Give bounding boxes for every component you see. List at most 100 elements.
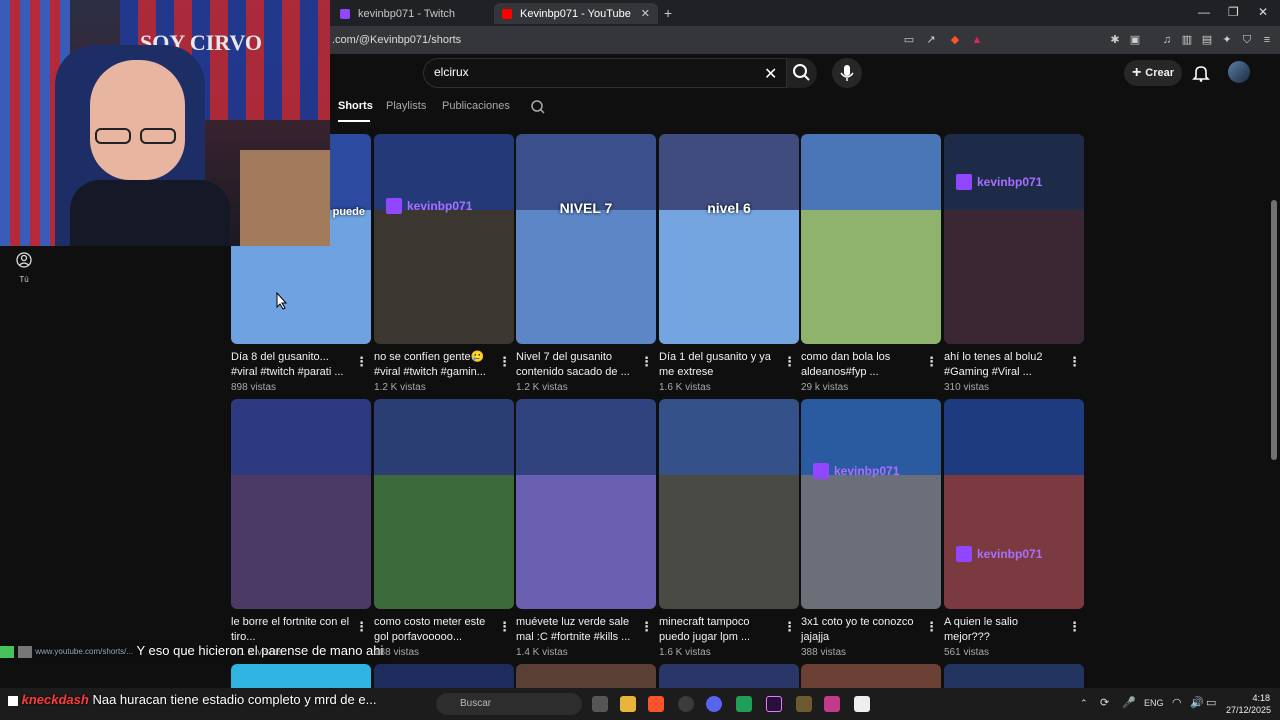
more-options-icon[interactable]: ⋮ [355, 354, 368, 370]
tab-playlists[interactable]: Playlists [386, 100, 426, 112]
premiere-icon[interactable] [766, 696, 782, 712]
short-title[interactable]: le borre el fortnite con el tiro... [231, 615, 351, 645]
plus-icon[interactable]: + [664, 5, 672, 21]
sidebar-item-you[interactable]: Tú [12, 252, 36, 284]
scrollbar-thumb[interactable] [1271, 200, 1277, 460]
short-thumbnail[interactable] [231, 399, 371, 609]
rewards-icon[interactable]: ▲ [970, 33, 984, 47]
short-thumbnail-partial[interactable] [516, 664, 656, 688]
short-thumbnail[interactable] [801, 134, 941, 344]
short-title[interactable]: 3x1 coto yo te conozco jajajja [801, 615, 921, 645]
share-icon[interactable]: ↗ [924, 33, 938, 47]
search-input[interactable] [434, 65, 754, 79]
more-options-icon[interactable]: ⋮ [925, 354, 938, 370]
obs-icon[interactable] [854, 696, 870, 712]
short-thumbnail-partial[interactable] [801, 664, 941, 688]
brave-shield-icon[interactable]: ◆ [948, 33, 962, 47]
clear-search-icon[interactable]: ✕ [764, 64, 777, 84]
voice-search-button[interactable] [832, 58, 862, 88]
short-thumbnail[interactable] [659, 399, 799, 609]
short-views: 1.6 K vistas [659, 647, 711, 658]
short-title[interactable]: Nivel 7 del gusanito contenido sacado de… [516, 350, 636, 380]
short-title[interactable]: Día 1 del gusanito y ya me extrese [659, 350, 779, 380]
tab-shorts[interactable]: Shorts [338, 100, 373, 112]
short-thumbnail-partial[interactable] [374, 664, 514, 688]
channel-tabs: Shorts Playlists Publicaciones [330, 92, 1280, 122]
more-options-icon[interactable]: ⋮ [498, 354, 511, 370]
chat-badge-icon [17, 645, 32, 658]
mic-tray-icon[interactable]: 🎤 [1122, 696, 1138, 712]
twitch-watermark-text: kevinbp071 [977, 175, 1043, 189]
task-view-icon[interactable] [592, 696, 608, 712]
clock[interactable]: 4:18 27/12/2025 [1226, 692, 1271, 716]
brave-browser-icon[interactable] [648, 696, 664, 712]
tray-chevron-icon[interactable]: ⌃ [1080, 698, 1090, 708]
sync-icon[interactable]: ⟳ [1100, 696, 1116, 712]
search-button[interactable] [787, 58, 817, 88]
wallet2-icon[interactable]: ▤ [1200, 33, 1214, 47]
more-options-icon[interactable]: ⋮ [640, 619, 653, 635]
short-title[interactable]: no se confíen gente🥲 #viral #twitch #gam… [374, 350, 494, 380]
more-options-icon[interactable]: ⋮ [783, 354, 796, 370]
leo-icon[interactable]: ✦ [1220, 33, 1234, 47]
short-thumbnail-partial[interactable] [659, 664, 799, 688]
short-thumbnail[interactable]: kevinbp071 [801, 399, 941, 609]
tab-publicaciones[interactable]: Publicaciones [442, 100, 510, 112]
url-field[interactable]: .com/@Kevinbp071/shorts [332, 34, 461, 46]
tab-twitch[interactable]: kevinbp071 - Twitch [332, 3, 490, 24]
notifications-bell-icon[interactable] [1192, 64, 1210, 82]
short-title[interactable]: Día 8 del gusanito... #viral #twitch #pa… [231, 350, 351, 380]
short-views: 1.2 K vistas [374, 382, 426, 393]
cast-icon[interactable]: ▭ [902, 33, 916, 47]
music-icon[interactable]: ♫ [1160, 33, 1174, 47]
app-icon[interactable] [736, 696, 752, 712]
wallet-icon[interactable]: ▣ [1128, 33, 1142, 47]
language-indicator[interactable]: ENG [1144, 698, 1164, 708]
wifi-icon[interactable]: ◠ [1172, 696, 1188, 712]
battery-icon[interactable]: ▭ [1206, 696, 1222, 712]
menu-icon[interactable]: ≡ [1260, 33, 1274, 47]
channel-search-icon[interactable] [530, 99, 546, 115]
short-thumbnail[interactable]: kevinbp071 [374, 134, 514, 344]
short-title[interactable]: A quien le salio mejor??? [944, 615, 1064, 645]
short-title[interactable]: ahí lo tenes al bolu2 #Gaming #Viral ... [944, 350, 1064, 380]
more-options-icon[interactable]: ⋮ [925, 619, 938, 635]
short-title[interactable]: minecraft tampoco puedo jugar lpm ... [659, 615, 779, 645]
more-options-icon[interactable]: ⋮ [498, 619, 511, 635]
sidebar-icon[interactable]: ▥ [1180, 33, 1194, 47]
restore-icon[interactable]: ❐ [1228, 5, 1239, 19]
minimize-icon[interactable]: — [1198, 5, 1210, 19]
close-window-icon[interactable]: ✕ [1258, 5, 1268, 19]
vpn-icon[interactable]: ⛉ [1240, 33, 1254, 47]
more-options-icon[interactable]: ⋮ [640, 354, 653, 370]
extensions-icon[interactable]: ✱ [1108, 33, 1122, 47]
more-options-icon[interactable]: ⋮ [1068, 619, 1081, 635]
close-tab-icon[interactable]: ✕ [641, 7, 650, 20]
thumbnail-gameplay [659, 210, 799, 344]
short-thumbnail[interactable] [374, 399, 514, 609]
short-thumbnail-partial[interactable] [944, 664, 1084, 688]
short-title[interactable]: muévete luz verde sale mal :C #fortnite … [516, 615, 636, 645]
account-avatar[interactable] [1228, 61, 1250, 83]
more-options-icon[interactable]: ⋮ [1068, 354, 1081, 370]
short-views: 1.2 K vistas [516, 382, 568, 393]
more-options-icon[interactable]: ⋮ [783, 619, 796, 635]
short-title[interactable]: como dan bola los aldeanos#fyp ... [801, 350, 921, 380]
short-title[interactable]: como costo meter este gol porfavooooo... [374, 615, 494, 645]
volume-icon[interactable]: 🔊 [1190, 696, 1206, 712]
short-thumbnail[interactable]: nivel 6 [659, 134, 799, 344]
more-options-icon[interactable]: ⋮ [355, 619, 368, 635]
short-thumbnail[interactable]: kevinbp071 [944, 134, 1084, 344]
create-button[interactable]: + Crear [1124, 60, 1182, 86]
tab-youtube[interactable]: Kevinbp071 - YouTube ✕ [494, 3, 658, 24]
app2-icon[interactable] [824, 696, 840, 712]
file-explorer-icon[interactable] [620, 696, 636, 712]
short-thumbnail-partial[interactable] [231, 664, 371, 688]
short-thumbnail[interactable] [516, 399, 656, 609]
discord-icon[interactable] [706, 696, 722, 712]
short-thumbnail[interactable]: kevinbp071 [944, 399, 1084, 609]
search-box[interactable]: ✕ [423, 58, 787, 88]
minecraft-icon[interactable] [796, 696, 812, 712]
short-thumbnail[interactable]: NIVEL 7 [516, 134, 656, 344]
github-icon[interactable] [678, 696, 694, 712]
